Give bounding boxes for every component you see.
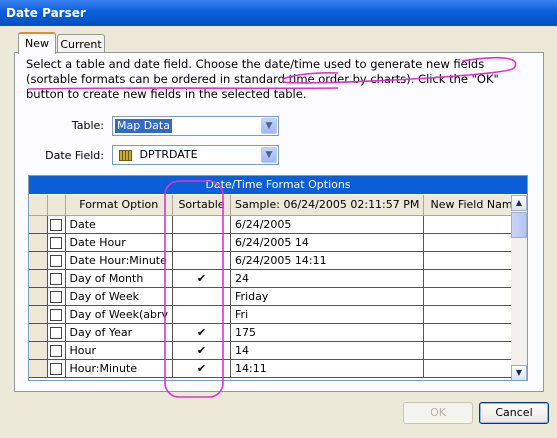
scroll-down-icon[interactable]: ▼ [511, 365, 527, 380]
format-cell: Date Hour:Minute [65, 251, 174, 270]
format-cell: Day of Week [65, 287, 174, 306]
format-options-grid: Date/Time Format Options Format Option S… [28, 175, 528, 381]
date-field-combo[interactable]: DPTRDATE ▼ [112, 145, 279, 165]
row-checkbox[interactable] [50, 362, 62, 375]
sample-cell: Friday [230, 287, 425, 306]
sample-cell: 24 [230, 269, 425, 288]
table-row[interactable]: Hour ✔ 14 [29, 341, 527, 360]
sample-cell: 14 [230, 341, 425, 360]
table-row[interactable]: Day of Year ✔ 175 [29, 323, 527, 342]
sortable-check-icon: ✔ [172, 359, 232, 378]
row-checkbox[interactable] [50, 236, 62, 249]
scroll-up-icon[interactable]: ▲ [511, 195, 527, 211]
row-selector[interactable] [29, 287, 48, 306]
table-combo[interactable]: Map Data ▼ [112, 116, 279, 136]
sample-cell: 6/24/2005 14:11 [230, 251, 425, 270]
window-title: Date Parser [0, 0, 557, 26]
row-selector[interactable] [29, 215, 48, 234]
row-selector[interactable] [29, 233, 48, 252]
format-options-table: Format Option Sortable Sample: 06/24/200… [29, 195, 527, 378]
sortable-check-icon: ✔ [172, 323, 232, 342]
table-label: Table: [71, 119, 104, 132]
tab-current[interactable]: Current [57, 34, 105, 54]
grid-field-icon [119, 149, 132, 161]
row-checkbox[interactable] [50, 344, 62, 357]
chevron-down-icon[interactable]: ▼ [261, 118, 277, 134]
sortable-check-icon [172, 305, 232, 324]
sortable-check-icon [172, 215, 232, 234]
table-row[interactable]: Date Hour:Minute 6/24/2005 14:11 [29, 251, 527, 270]
row-checkbox[interactable] [50, 290, 62, 303]
column-header-sortable[interactable]: Sortable [172, 195, 232, 216]
row-selector[interactable] [29, 305, 48, 324]
row-selector[interactable] [29, 269, 48, 288]
format-cell: Hour:Minute [65, 359, 174, 378]
date-field-combo-value: DPTRDATE [139, 148, 198, 161]
table-combo-value: Map Data [115, 119, 172, 133]
table-header-row: Format Option Sortable Sample: 06/24/200… [29, 195, 527, 216]
row-selector[interactable] [29, 341, 48, 360]
chevron-down-icon[interactable]: ▼ [261, 147, 277, 163]
row-selector[interactable] [29, 251, 48, 270]
column-header-sample[interactable]: Sample: 06/24/2005 02:11:57 PM [230, 195, 425, 216]
sortable-check-icon: ✔ [172, 269, 232, 288]
table-row[interactable]: Day of Week Friday [29, 287, 527, 306]
sample-cell: 6/24/2005 [230, 215, 425, 234]
table-row[interactable]: Day of Month ✔ 24 [29, 269, 527, 288]
ok-button[interactable]: OK [403, 402, 473, 424]
format-cell: Day of Month [65, 269, 174, 288]
row-checkbox[interactable] [50, 272, 62, 285]
row-checkbox[interactable] [50, 254, 62, 267]
format-cell: Date Hour [65, 233, 174, 252]
sortable-check-icon [172, 251, 232, 270]
instructions-text: Select a table and date field. Choose th… [26, 57, 499, 101]
cancel-button[interactable]: Cancel [479, 402, 549, 424]
sample-cell: 6/24/2005 14 [230, 233, 425, 252]
row-selector[interactable] [29, 323, 48, 342]
format-cell: Day of Year [65, 323, 174, 342]
scroll-thumb[interactable] [511, 212, 527, 238]
format-cell: Date [65, 215, 174, 234]
date-field-label: Date Field: [45, 149, 104, 162]
grid-title: Date/Time Format Options [29, 176, 527, 194]
table-row[interactable]: Day of Week(abrv Fri [29, 305, 527, 324]
sample-cell: 14:11 [230, 359, 425, 378]
row-selector[interactable] [29, 359, 48, 378]
sortable-check-icon: ✔ [172, 341, 232, 360]
row-checkbox[interactable] [50, 218, 62, 231]
sample-cell: Fri [230, 305, 425, 324]
sortable-check-icon [172, 287, 232, 306]
column-header-format[interactable]: Format Option [65, 195, 174, 216]
format-cell: Day of Week(abrv [65, 305, 174, 324]
grid-scrollbar[interactable]: ▲ ▼ [511, 195, 527, 380]
table-row[interactable]: Hour:Minute ✔ 14:11 [29, 359, 527, 378]
sample-cell: 175 [230, 323, 425, 342]
row-checkbox[interactable] [50, 326, 62, 339]
table-row[interactable]: Date 6/24/2005 [29, 215, 527, 234]
table-row[interactable]: Date Hour 6/24/2005 14 [29, 233, 527, 252]
sortable-check-icon [172, 233, 232, 252]
format-cell: Hour [65, 341, 174, 360]
row-checkbox[interactable] [50, 308, 62, 321]
tab-new[interactable]: New [18, 32, 56, 54]
